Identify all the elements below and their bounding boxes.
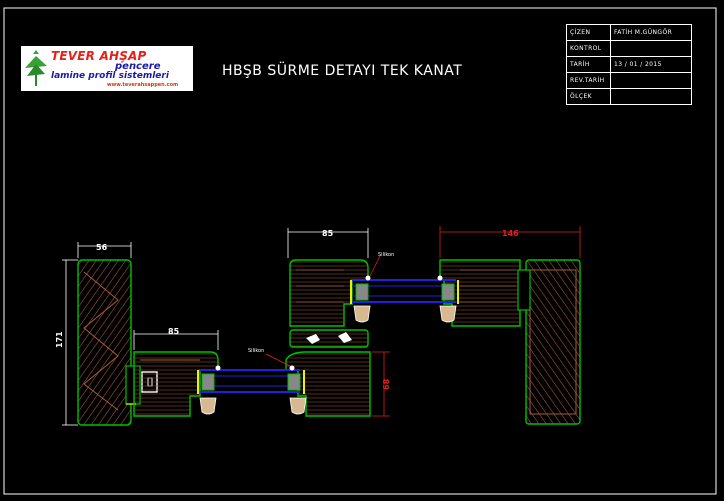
lower-glass-unit bbox=[197, 369, 305, 394]
lower-bead-right bbox=[289, 397, 307, 415]
dimension-lower-sash-width: 85 bbox=[133, 327, 219, 350]
lower-silikon-callout: Silikon bbox=[248, 348, 291, 367]
title-block-value bbox=[610, 72, 692, 89]
lower-silicone-bead bbox=[215, 365, 221, 371]
company-logo: TEVER AHŞAP pencere lamine profil sistem… bbox=[21, 46, 193, 91]
upper-silikon-callout: Silikon bbox=[369, 252, 394, 277]
title-block-value bbox=[610, 40, 692, 57]
dimension-right-width: 146 bbox=[439, 226, 581, 258]
upper-bead-left bbox=[353, 305, 371, 323]
title-block-label: TARİH bbox=[566, 56, 611, 73]
title-block-label: ÖLÇEK bbox=[566, 88, 611, 105]
title-block-value: 13 / 01 / 2015 bbox=[610, 56, 692, 73]
upper-silicone-bead-2 bbox=[437, 275, 443, 281]
title-block: ÇİZEN FATİH M.GÜNGÖR KONTROL TARİH 13 / 01 /… bbox=[566, 24, 692, 105]
dimension-left-width: 56 bbox=[77, 242, 132, 258]
dimension-right-width-label: 146 bbox=[502, 229, 519, 238]
upper-glass-unit bbox=[350, 279, 459, 304]
lower-silikon-label: Silikon bbox=[248, 348, 264, 354]
upper-silikon-label: Silikon bbox=[378, 252, 394, 258]
drawing-title: HBŞB SÜRME DETAYI TEK KANAT bbox=[222, 63, 463, 79]
title-block-row: ÇİZEN FATİH M.GÜNGÖR bbox=[566, 24, 692, 41]
dimension-lower-sash-width-label: 85 bbox=[168, 327, 180, 336]
lower-bead-left bbox=[199, 397, 217, 415]
dimension-upper-sash-width-label: 85 bbox=[322, 229, 334, 238]
middle-rail bbox=[289, 329, 369, 348]
lower-silicone-bead-2 bbox=[289, 365, 295, 371]
title-block-row: REV.TARİH bbox=[566, 72, 692, 89]
title-block-row: KONTROL bbox=[566, 40, 692, 57]
title-block-row: TARİH 13 / 01 / 2015 bbox=[566, 56, 692, 73]
logo-line2: lamine profil sistemleri bbox=[51, 71, 169, 81]
dimension-sash-height: 68 bbox=[372, 351, 391, 417]
title-block-label: ÇİZEN bbox=[566, 24, 611, 41]
dimension-left-height-label: 171 bbox=[55, 331, 64, 348]
dimension-left-height: 171 bbox=[55, 259, 78, 426]
right-jamb-profile bbox=[517, 259, 581, 425]
tree-logo-icon bbox=[25, 50, 47, 86]
upper-bead-right bbox=[439, 305, 457, 323]
title-block-value: FATİH M.GÜNGÖR bbox=[610, 24, 692, 41]
dimension-left-width-label: 56 bbox=[96, 243, 108, 252]
logo-url: www.teverahsappen.com bbox=[107, 82, 179, 88]
dimension-sash-height-label: 68 bbox=[382, 378, 391, 390]
left-jamb-profile bbox=[77, 259, 132, 426]
upper-silicone-bead bbox=[365, 275, 371, 281]
title-block-label: REV.TARİH bbox=[566, 72, 611, 89]
dimension-upper-sash-width: 85 bbox=[287, 228, 369, 258]
title-block-row: ÖLÇEK bbox=[566, 88, 692, 105]
title-block-label: KONTROL bbox=[566, 40, 611, 57]
title-block-value bbox=[610, 88, 692, 105]
